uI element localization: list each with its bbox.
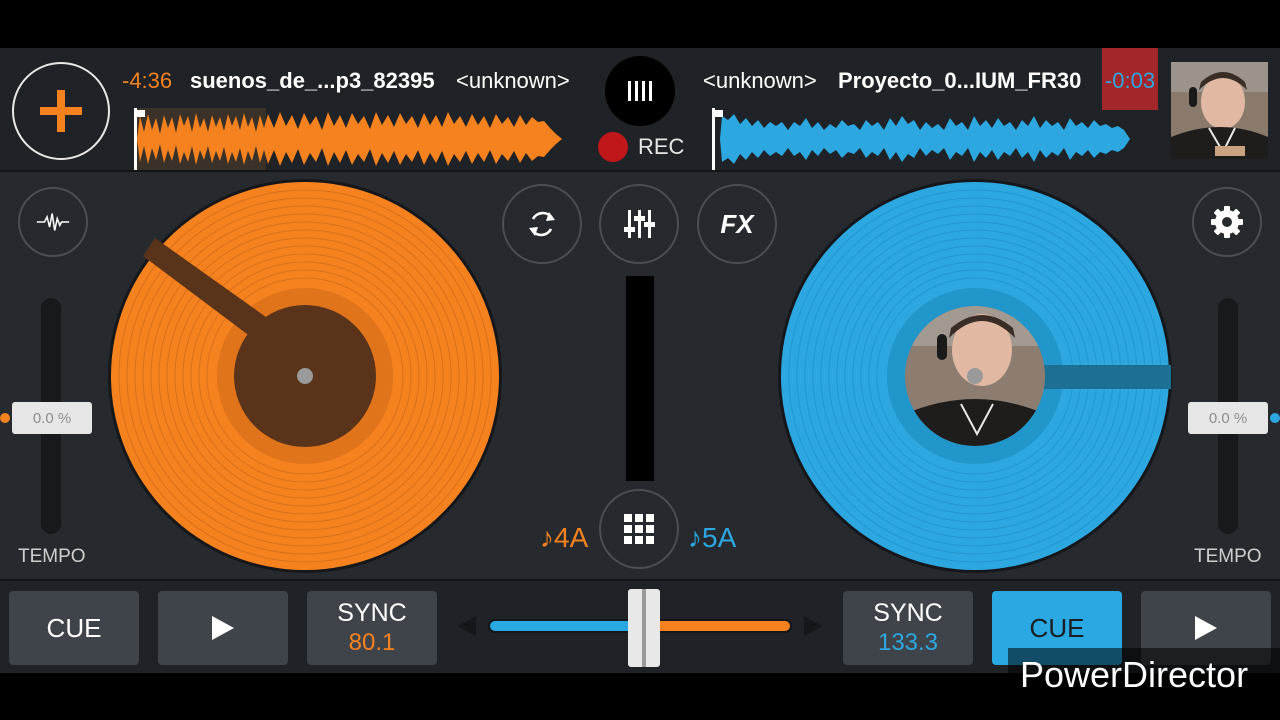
plus-icon (40, 90, 82, 132)
left-key: ♪4A (540, 522, 589, 553)
record-dot-icon (598, 132, 628, 162)
left-turntable[interactable] (107, 178, 503, 574)
play-icon (1195, 616, 1217, 640)
waveform-icon (36, 213, 70, 231)
right-turntable[interactable] (777, 178, 1173, 574)
left-time-remaining: -4:36 (122, 68, 173, 93)
crossfader-left-arrow-icon[interactable] (458, 616, 476, 636)
right-tempo-marker (1270, 413, 1280, 423)
right-time-remaining: -0:03 (1102, 48, 1158, 110)
right-tempo-handle[interactable]: 0.0 % (1188, 402, 1268, 434)
settings-button[interactable] (1192, 187, 1262, 257)
left-cue-button[interactable]: CUE (9, 591, 139, 665)
vu-meter (626, 276, 654, 481)
right-key: ♪5A (688, 522, 737, 553)
left-tempo-handle[interactable]: 0.0 % (12, 402, 92, 434)
right-bpm: 133.3 (877, 629, 939, 656)
left-sync-button[interactable]: SYNC 80.1 (307, 591, 437, 665)
left-track-artist: <unknown> (456, 68, 570, 93)
waveform-view-button[interactable] (18, 187, 88, 257)
right-waveform[interactable] (712, 108, 1132, 170)
right-sync-label: SYNC (873, 599, 943, 627)
fx-label: FX (720, 208, 754, 239)
crossfader-knob[interactable] (628, 589, 660, 667)
record-button[interactable]: REC (598, 132, 684, 162)
right-track-cover[interactable] (1171, 62, 1268, 159)
right-cue-label: CUE (1029, 612, 1085, 643)
mixer-button[interactable] (599, 184, 679, 264)
right-track-title[interactable]: Proyecto_0...IUM_FR30 (838, 68, 1081, 94)
loop-icon (529, 211, 555, 237)
sliders-icon (624, 210, 655, 238)
left-sync-label: SYNC (337, 599, 407, 627)
bars-logo-icon (628, 81, 652, 101)
left-tempo-label: TEMPO (18, 546, 86, 567)
left-cue-label: CUE (46, 612, 102, 643)
fx-button[interactable]: FX (697, 184, 777, 264)
right-track-artist: <unknown> (703, 68, 817, 93)
record-label: REC (638, 134, 685, 159)
right-sync-button[interactable]: SYNC 133.3 (843, 591, 973, 665)
left-play-button[interactable] (158, 591, 288, 665)
loop-button[interactable] (502, 184, 582, 264)
add-track-button[interactable] (12, 62, 110, 160)
app-logo-button[interactable] (605, 56, 675, 126)
grid-icon (624, 514, 654, 544)
sampler-button[interactable] (599, 489, 679, 569)
left-tempo-marker (0, 413, 10, 423)
left-bpm: 80.1 (348, 629, 396, 656)
left-track-title[interactable]: suenos_de_...p3_82395 (190, 68, 435, 94)
left-waveform[interactable] (134, 108, 566, 170)
play-icon (212, 616, 234, 640)
crossfader-right-arrow-icon[interactable] (804, 616, 822, 636)
gear-icon (1211, 206, 1243, 238)
top-letterbox (0, 0, 1280, 48)
right-tempo-label: TEMPO (1194, 546, 1262, 567)
watermark: PowerDirector (1008, 648, 1280, 702)
crossfader-orange-side (640, 621, 790, 631)
track-header: -4:36 suenos_de_...p3_82395 <unknown> RE… (0, 48, 1280, 172)
crossfader-blue-side (490, 621, 640, 631)
dj-app: -4:36 suenos_de_...p3_82395 <unknown> RE… (0, 48, 1280, 673)
